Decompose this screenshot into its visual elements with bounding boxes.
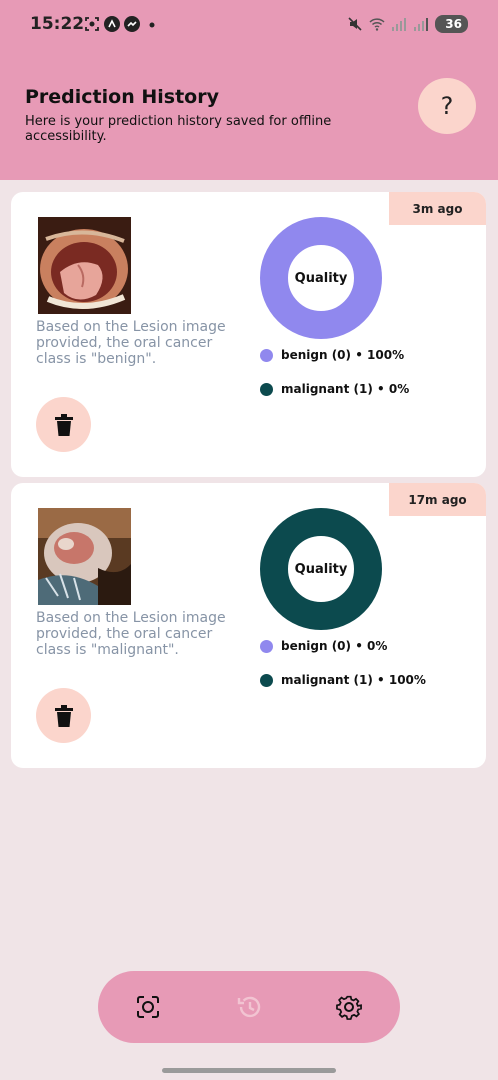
legend-benign: benign (0) • 0% [260,639,387,653]
donut-center-label: Quality [294,561,348,577]
lesion-image[interactable] [38,217,131,314]
legend-dot-malignant [260,673,273,687]
home-indicator[interactable] [162,1068,336,1073]
scan-icon [137,996,159,1018]
status-bar: 15:22 36 [0,0,498,50]
time-badge: 3m ago [389,192,486,225]
donut-center-label: Quality [294,270,348,286]
wifi-icon [369,18,385,31]
legend-label: benign (0) • 100% [281,348,405,362]
nav-scan[interactable] [132,991,164,1023]
dot-icon [149,22,155,28]
screenshot-icon [85,17,99,31]
legend-dot-benign [260,348,273,362]
delete-button[interactable] [36,397,91,452]
legend-malignant: malignant (1) • 100% [260,673,426,687]
help-icon: ? [440,92,454,120]
nav-history[interactable] [233,991,265,1023]
system-icons: 36 [347,15,468,33]
prediction-caption: Based on the Lesion image provided, the … [36,610,226,658]
settings-icon [336,995,362,1020]
page-subtitle: Here is your prediction history saved fo… [25,114,332,144]
battery-level: 36 [445,17,462,31]
app-header: 15:22 36 Prediction History Here is your… [0,0,498,180]
legend-label: benign (0) • 0% [281,639,388,653]
prediction-caption: Based on the Lesion image provided, the … [36,319,226,367]
legend-dot-malignant [260,382,273,396]
page-title: Prediction History [25,86,219,108]
messenger-icon [124,16,140,32]
trash-icon [54,704,73,727]
legend-benign: benign (0) • 100% [260,348,404,362]
history-card: 17m ago Based on the Lesion image provid… [11,483,486,768]
history-icon [237,996,261,1018]
trash-icon [54,413,73,436]
nav-settings[interactable] [333,991,365,1023]
bottom-navigation [98,971,400,1043]
app-a-icon [104,16,120,32]
delete-button[interactable] [36,688,91,743]
legend-malignant: malignant (1) • 0% [260,382,409,396]
notification-icons [84,16,160,32]
signal-icon [414,18,429,31]
time-badge: 17m ago [389,483,486,516]
mute-icon [348,17,362,31]
help-button[interactable]: ? [418,78,476,134]
lesion-image[interactable] [38,508,131,605]
signal-icon [392,18,407,31]
legend-label: malignant (1) • 0% [281,382,410,396]
legend-label: malignant (1) • 100% [281,673,426,687]
battery-icon: 36 [435,15,468,33]
history-card: 3m ago Based on the Lesion image provide… [11,192,486,477]
legend-dot-benign [260,639,273,653]
status-time: 15:22 [30,14,85,34]
